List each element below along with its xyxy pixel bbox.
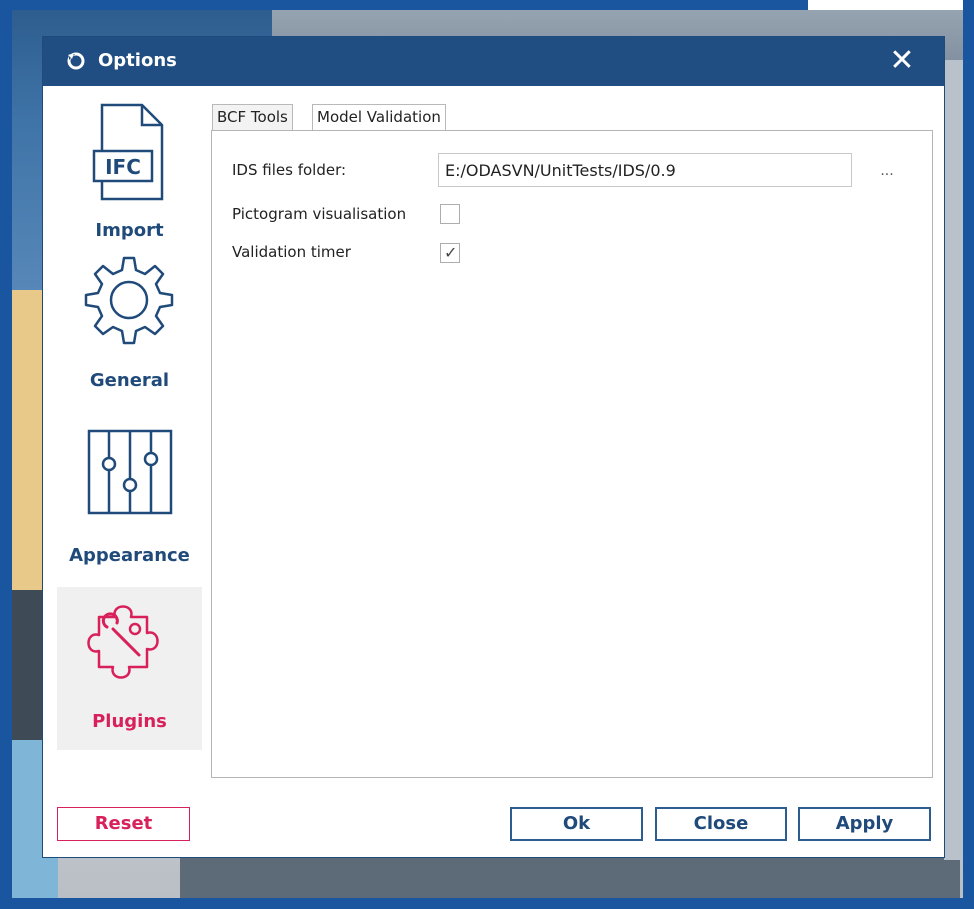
- browse-button[interactable]: ...: [872, 159, 902, 183]
- sidebar-item-general[interactable]: General: [57, 247, 202, 407]
- viewport-right-edge: [944, 60, 963, 860]
- sidebar-item-plugins[interactable]: Plugins: [57, 587, 202, 750]
- sidebar-item-label: Appearance: [69, 545, 190, 566]
- window-frame-right: [963, 0, 974, 909]
- checkmark-icon: ✓: [444, 243, 458, 262]
- validation-timer-label: Validation timer: [232, 243, 351, 261]
- dialog-titlebar: Options ✕: [43, 37, 944, 86]
- puzzle-wrench-icon: [87, 605, 159, 679]
- window-frame-top-right: [808, 0, 974, 10]
- pictogram-checkbox[interactable]: [440, 204, 460, 224]
- apply-button[interactable]: Apply: [798, 807, 931, 841]
- window-frame-bottom: [0, 898, 974, 909]
- tab-bcf-tools[interactable]: BCF Tools: [212, 104, 293, 130]
- close-button[interactable]: Close: [655, 807, 787, 841]
- ok-button[interactable]: Ok: [510, 807, 643, 841]
- options-dialog: Options ✕ IFC Import General Appearance …: [43, 37, 944, 857]
- sidebar-item-label: Import: [95, 220, 164, 241]
- refresh-circle-icon: [67, 52, 85, 70]
- svg-text:IFC: IFC: [105, 155, 141, 179]
- ifc-file-icon: IFC: [92, 103, 164, 201]
- window-frame-left: [0, 0, 12, 909]
- reset-button[interactable]: Reset: [57, 807, 190, 841]
- close-icon[interactable]: ✕: [885, 44, 919, 78]
- sidebar-item-appearance[interactable]: Appearance: [57, 415, 202, 580]
- sidebar-item-import[interactable]: IFC Import: [57, 95, 202, 245]
- viewport-floor: [180, 858, 960, 898]
- options-sidebar: IFC Import General Appearance Plugins: [57, 95, 202, 750]
- ids-folder-input[interactable]: E:/ODASVN/UnitTests/IDS/0.9: [438, 153, 852, 187]
- gear-icon: [84, 256, 174, 345]
- dialog-title: Options: [98, 50, 177, 71]
- tab-model-validation[interactable]: Model Validation: [312, 104, 446, 131]
- ids-folder-label: IDS files folder:: [232, 161, 347, 179]
- sidebar-item-label: General: [89, 370, 170, 391]
- validation-timer-checkbox[interactable]: ✓: [440, 243, 460, 263]
- pictogram-label: Pictogram visualisation: [232, 205, 407, 223]
- sidebar-item-label: Plugins: [92, 711, 167, 732]
- model-validation-panel: IDS files folder: E:/ODASVN/UnitTests/ID…: [211, 130, 933, 778]
- sliders-icon: [87, 429, 173, 515]
